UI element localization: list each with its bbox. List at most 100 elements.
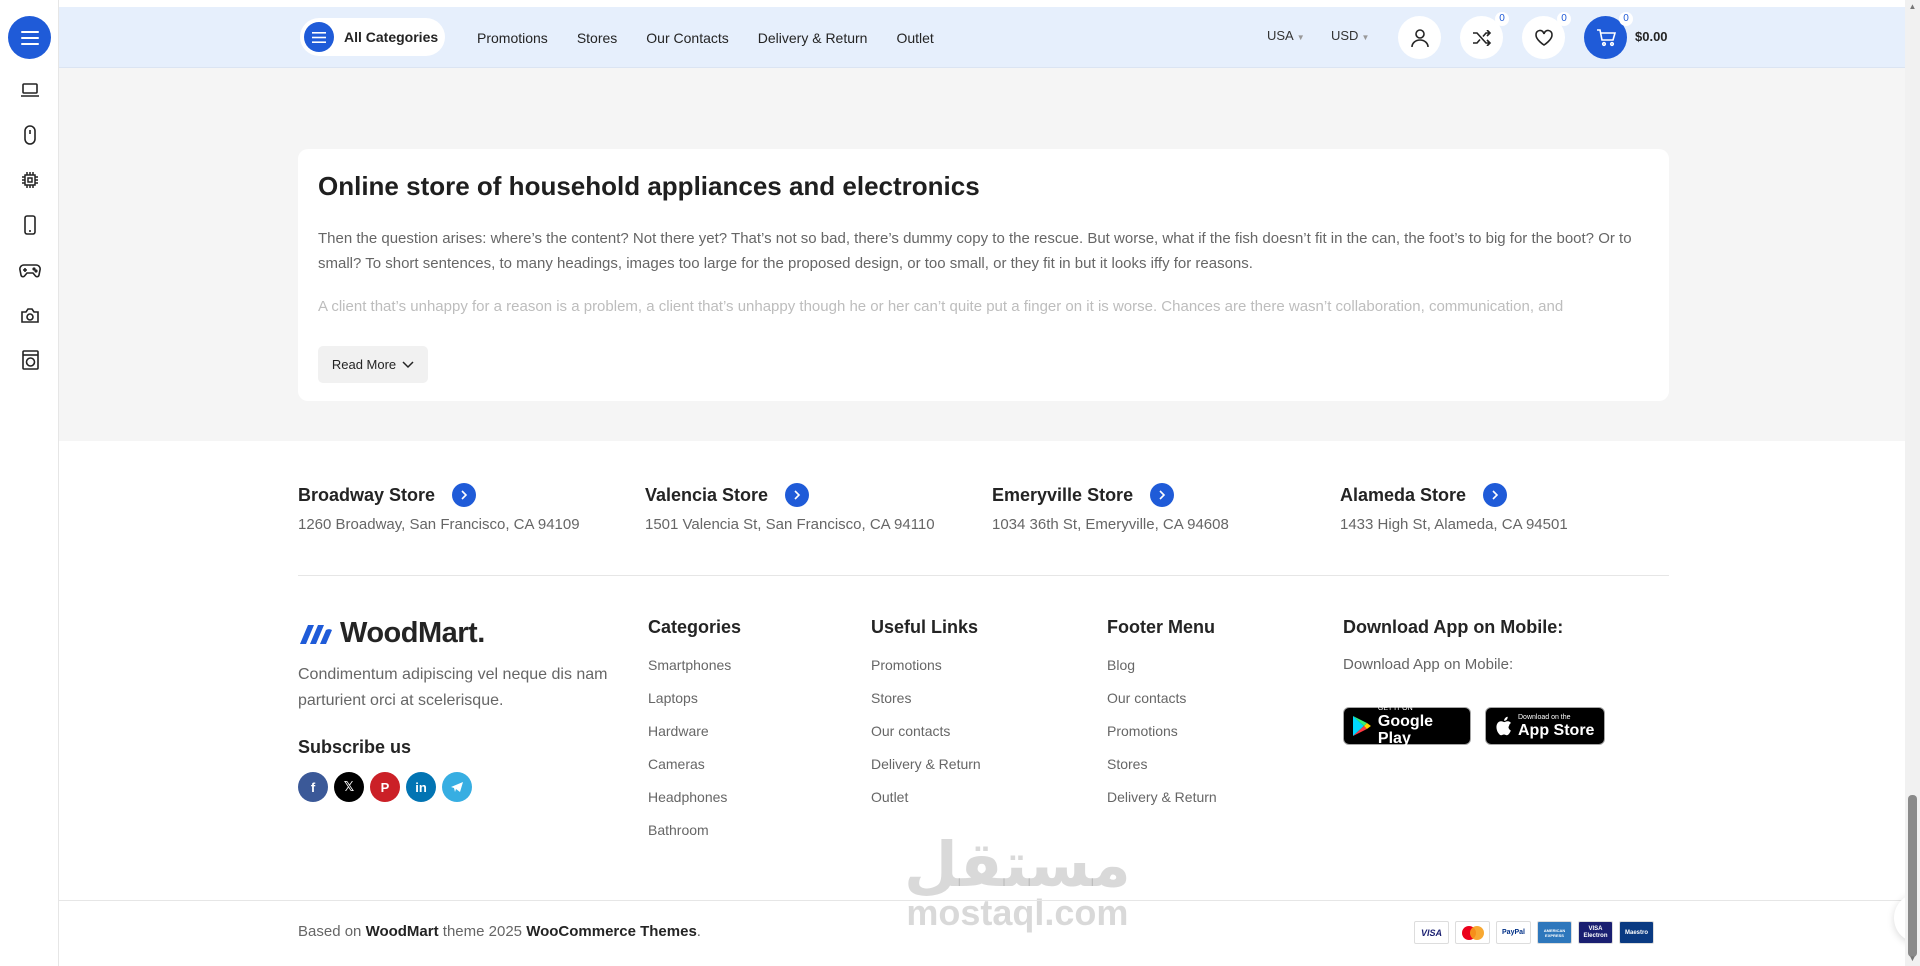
arrow-right-icon[interactable] — [785, 483, 810, 507]
gamepad-icon[interactable] — [18, 258, 42, 282]
amex-icon: AMERICAN EXPRESS — [1537, 921, 1572, 944]
store-item: Emeryville Store 1034 36th St, Emeryvill… — [992, 483, 1229, 533]
store-name: Emeryville Store — [992, 484, 1134, 505]
heart-icon — [1534, 29, 1553, 46]
footer-link[interactable]: Delivery & Return — [1107, 789, 1217, 805]
hamburger-icon — [304, 22, 334, 52]
cart-total[interactable]: $0.00 — [1635, 29, 1668, 44]
app-heading: Download App on Mobile: — [1343, 617, 1564, 637]
footer-link[interactable]: Stores — [1107, 756, 1217, 772]
arrow-right-icon[interactable] — [1483, 483, 1508, 507]
mouse-icon[interactable] — [18, 123, 42, 147]
store-item: Broadway Store 1260 Broadway, San Franci… — [298, 483, 580, 533]
google-play-badge[interactable]: GET IT ON Google Play — [1343, 705, 1471, 747]
about-paragraph-1: Then the question arises: where’s the co… — [318, 230, 1632, 272]
menu-icon[interactable] — [8, 16, 51, 59]
copyright: Based on WoodMart theme 2025 WooCommerce… — [298, 923, 701, 940]
washer-icon[interactable] — [18, 348, 42, 372]
visa-icon: VISA — [1414, 921, 1449, 944]
x-icon[interactable]: 𝕏 — [334, 772, 364, 802]
nav-our-contacts[interactable]: Our Contacts — [646, 30, 728, 46]
camera-icon[interactable] — [18, 303, 42, 327]
account-button[interactable] — [1398, 16, 1441, 59]
copyright-brand[interactable]: WoodMart — [366, 923, 439, 940]
wishlist-count: 0 — [1557, 12, 1571, 26]
facebook-icon[interactable]: f — [298, 772, 328, 802]
wishlist-button[interactable]: 0 — [1522, 12, 1571, 59]
footer-link[interactable]: Outlet — [871, 789, 981, 805]
cart-button[interactable]: 0 — [1584, 12, 1633, 59]
copyright-link[interactable]: WooCommerce Themes — [526, 923, 697, 940]
maestro-icon: Maestro — [1619, 921, 1654, 944]
compare-button[interactable]: 0 — [1460, 12, 1509, 59]
apple-icon — [1496, 716, 1511, 736]
app-store-big: App Store — [1518, 721, 1595, 739]
footer-link[interactable]: Cameras — [648, 756, 741, 772]
footer-link[interactable]: Bathroom — [648, 822, 741, 838]
footer-description: Condimentum adipiscing vel neque dis nam… — [298, 666, 608, 709]
scroll-up-arrow[interactable]: ▲ — [1908, 3, 1917, 11]
store-name: Broadway Store — [298, 484, 436, 505]
footer-link[interactable]: Blog — [1107, 657, 1217, 673]
scrollbar[interactable]: ▲ ▼ — [1905, 0, 1920, 966]
scrollbar-thumb[interactable] — [1908, 795, 1917, 957]
arrow-right-icon[interactable] — [1150, 483, 1175, 507]
phone-icon[interactable] — [18, 213, 42, 237]
footer-menu-column: Footer Menu Blog Our contacts Promotions… — [1107, 617, 1217, 822]
woodmart-logo-icon — [300, 624, 332, 644]
laptop-icon[interactable] — [18, 78, 42, 102]
subscribe-heading: Subscribe us — [298, 737, 412, 757]
social-links: f 𝕏 P in — [298, 772, 472, 802]
currency-select[interactable]: USD ▼ — [1331, 28, 1369, 43]
all-categories-button[interactable]: All Categories — [300, 18, 445, 56]
chip-icon[interactable] — [18, 168, 42, 192]
all-categories-label: All Categories — [344, 29, 439, 45]
header-bar: All Categories Promotions Stores Our Con… — [59, 7, 1905, 68]
footer-link[interactable]: Laptops — [648, 690, 741, 706]
store-address: 1433 High St, Alameda, CA 94501 — [1340, 516, 1568, 533]
watermark-arabic: مستقل — [904, 828, 1131, 901]
arrow-right-icon[interactable] — [452, 483, 477, 507]
read-more-button[interactable]: Read More — [318, 346, 428, 383]
app-store-badge[interactable]: Download on the App Store — [1485, 707, 1605, 745]
scroll-down-arrow[interactable]: ▼ — [1908, 955, 1917, 963]
telegram-icon[interactable] — [442, 772, 472, 802]
footer-link[interactable]: Our contacts — [871, 723, 981, 739]
payment-methods: VISA PayPal AMERICAN EXPRESS VISA Electr… — [1414, 921, 1654, 944]
cart-count: 0 — [1619, 12, 1633, 26]
store-item: Alameda Store 1433 High St, Alameda, CA … — [1340, 483, 1568, 533]
nav-delivery-return[interactable]: Delivery & Return — [758, 30, 868, 46]
footer-logo[interactable]: WoodMart. — [298, 617, 485, 650]
nav-outlet[interactable]: Outlet — [896, 30, 933, 46]
footer-link[interactable]: Stores — [871, 690, 981, 706]
paypal-icon: PayPal — [1496, 921, 1531, 944]
footer-link[interactable]: Delivery & Return — [871, 756, 981, 772]
logo-text: WoodMart. — [340, 617, 485, 649]
pinterest-icon[interactable]: P — [370, 772, 400, 802]
app-download-column: Download App on Mobile: Download App on … — [1343, 617, 1605, 747]
watermark: مستقل mostaql.com — [904, 828, 1131, 931]
store-address: 1501 Valencia St, San Francisco, CA 9411… — [645, 516, 935, 533]
footer-link[interactable]: Our contacts — [1107, 690, 1217, 706]
copyright-middle: theme 2025 — [442, 923, 523, 940]
divider — [298, 575, 1669, 576]
chevron-down-icon: ▼ — [1361, 33, 1370, 42]
shuffle-icon — [1472, 29, 1491, 46]
about-paragraph-2: A client that’s unhappy for a reason is … — [318, 298, 1564, 314]
nav-stores[interactable]: Stores — [577, 30, 617, 46]
footer-link[interactable]: Promotions — [1107, 723, 1217, 739]
store-item: Valencia Store 1501 Valencia St, San Fra… — [645, 483, 935, 533]
footer-link[interactable]: Hardware — [648, 723, 741, 739]
country-select[interactable]: USA ▼ — [1267, 28, 1305, 43]
visa-electron-icon: VISA Electron — [1578, 921, 1613, 944]
main-area: All Categories Promotions Stores Our Con… — [59, 0, 1920, 966]
copyright-prefix: Based on — [298, 923, 362, 940]
footer-link[interactable]: Promotions — [871, 657, 981, 673]
nav-promotions[interactable]: Promotions — [477, 30, 548, 46]
linkedin-icon[interactable]: in — [406, 772, 436, 802]
footer-link[interactable]: Smartphones — [648, 657, 741, 673]
categories-heading: Categories — [648, 617, 742, 637]
app-subtitle: Download App on Mobile: — [1343, 656, 1514, 673]
footer-link[interactable]: Headphones — [648, 789, 741, 805]
left-sidebar — [0, 0, 59, 966]
